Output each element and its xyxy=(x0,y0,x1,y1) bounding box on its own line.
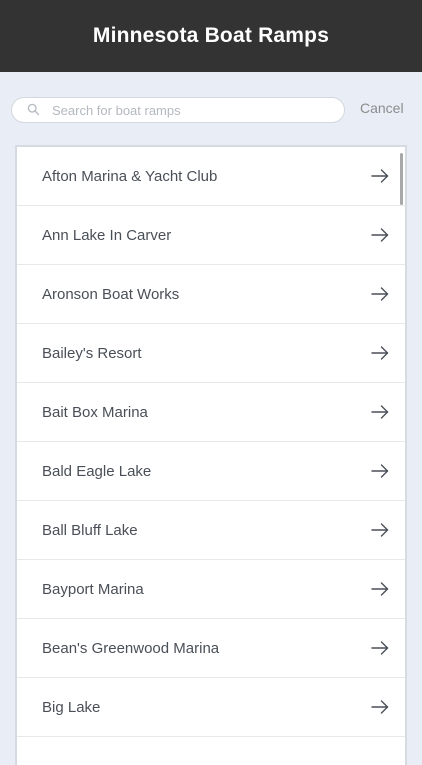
list-item-label: Ann Lake In Carver xyxy=(42,226,172,244)
search-field[interactable] xyxy=(11,97,345,123)
list-item[interactable]: Afton Marina & Yacht Club xyxy=(17,147,405,206)
list-item-label: Bailey's Resort xyxy=(42,344,142,362)
list-item-label: Bayport Marina xyxy=(42,580,144,598)
list-item[interactable]: Bean's Greenwood Marina xyxy=(17,619,405,678)
list-item-label: Bald Eagle Lake xyxy=(42,462,152,480)
list-item[interactable]: Bayport Marina xyxy=(17,560,405,619)
list-item[interactable]: Ann Lake In Carver xyxy=(17,206,405,265)
arrow-right-icon xyxy=(371,346,389,360)
list-item-label: Aronson Boat Works xyxy=(42,285,180,303)
list-item[interactable]: Bailey's Resort xyxy=(17,324,405,383)
list-item[interactable]: Aronson Boat Works xyxy=(17,265,405,324)
list-item-label: Afton Marina & Yacht Club xyxy=(42,167,218,185)
arrow-right-icon xyxy=(371,405,389,419)
list-item-label: Bait Box Marina xyxy=(42,403,148,421)
list-item-label: Bean's Greenwood Marina xyxy=(42,639,220,657)
arrow-right-icon xyxy=(371,641,389,655)
arrow-right-icon xyxy=(371,169,389,183)
list-item[interactable]: Big Lake xyxy=(17,678,405,737)
arrow-right-icon xyxy=(371,523,389,537)
list-item[interactable]: Ball Bluff Lake xyxy=(17,501,405,560)
arrow-right-icon xyxy=(371,582,389,596)
list-item-label: Ball Bluff Lake xyxy=(42,521,138,539)
page-title: Minnesota Boat Ramps xyxy=(92,24,330,47)
app-header: Minnesota Boat Ramps xyxy=(0,0,422,72)
arrow-right-icon xyxy=(371,228,389,242)
list-item[interactable]: Bait Box Marina xyxy=(17,383,405,442)
list-item-label: Big Lake xyxy=(42,698,101,716)
boat-ramp-list[interactable]: Afton Marina & Yacht Club Ann Lake In Ca… xyxy=(15,145,407,765)
list-item[interactable] xyxy=(17,737,405,765)
search-bar: Cancel xyxy=(0,72,422,144)
arrow-right-icon xyxy=(371,700,389,714)
search-icon xyxy=(27,103,40,116)
arrow-right-icon xyxy=(371,464,389,478)
arrow-right-icon xyxy=(371,287,389,301)
list-item[interactable]: Bald Eagle Lake xyxy=(17,442,405,501)
search-input[interactable] xyxy=(52,98,337,122)
cancel-button[interactable]: Cancel xyxy=(360,100,404,116)
